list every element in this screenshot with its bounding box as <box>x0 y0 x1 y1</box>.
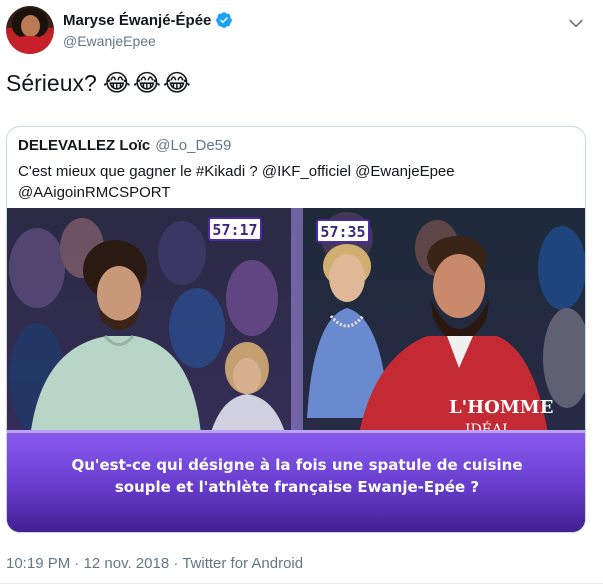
author-name[interactable]: Maryse Éwanjé-Épée <box>63 12 211 29</box>
quoted-tweet-image[interactable]: L'HOMME IDÉAL 57:17 57:35 Qu'est-ce qui … <box>7 208 585 532</box>
laughing-emoji-icon: 😂 <box>132 69 161 97</box>
avatar[interactable] <box>6 6 54 54</box>
tweet-text: Sérieux? 😂 😂 😂 <box>6 70 191 97</box>
laughing-emoji-icon: 😂 <box>162 69 191 97</box>
chevron-down-icon[interactable] <box>566 13 586 33</box>
quoted-tweet-text-line1: C'est mieux que gagner le #Kikadi ? @IKF… <box>18 163 455 180</box>
quoted-tweet-text-line2: @AAigoinRMCSPORT <box>18 184 171 201</box>
timer-left-box: 57:17 <box>208 217 262 241</box>
quoted-tweet-header: DELEVALLEZ Loïc @Lo_De59 <box>18 137 231 154</box>
shirt-text-line1: L'HOMME <box>449 397 553 418</box>
quoted-tweet-text: C'est mieux que gagner le #Kikadi ? @IKF… <box>18 161 568 203</box>
question-line2: souple et l'athlète française Ewanje-Epé… <box>115 478 479 496</box>
tv-screenshot: L'HOMME IDÉAL 57:17 57:35 Qu'est-ce qui … <box>7 208 585 532</box>
quoted-author-name: DELEVALLEZ Loïc <box>18 137 151 154</box>
timer-left: 57:17 <box>212 221 257 239</box>
author-handle[interactable]: @EwanjeEpee <box>63 33 156 49</box>
question-line1: Qu'est-ce qui désigne à la fois une spat… <box>71 456 522 474</box>
laughing-emoji-icon: 😂 <box>102 69 131 97</box>
avatar-face <box>21 15 40 37</box>
tweet-timestamp[interactable]: 10:19 PM · 12 nov. 2018 · Twitter for An… <box>6 555 303 572</box>
quoted-author-handle: @Lo_De59 <box>155 137 232 154</box>
quoted-tweet-card[interactable]: DELEVALLEZ Loïc @Lo_De59 C'est mieux que… <box>6 126 586 533</box>
verified-badge-icon <box>216 12 233 28</box>
avatar-body <box>8 36 52 54</box>
timer-right: 57:35 <box>320 223 365 241</box>
author-name-row[interactable]: Maryse Éwanjé-Épée <box>63 11 233 29</box>
tweet-text-content: Sérieux? <box>6 70 97 96</box>
timer-right-box: 57:35 <box>316 219 370 243</box>
